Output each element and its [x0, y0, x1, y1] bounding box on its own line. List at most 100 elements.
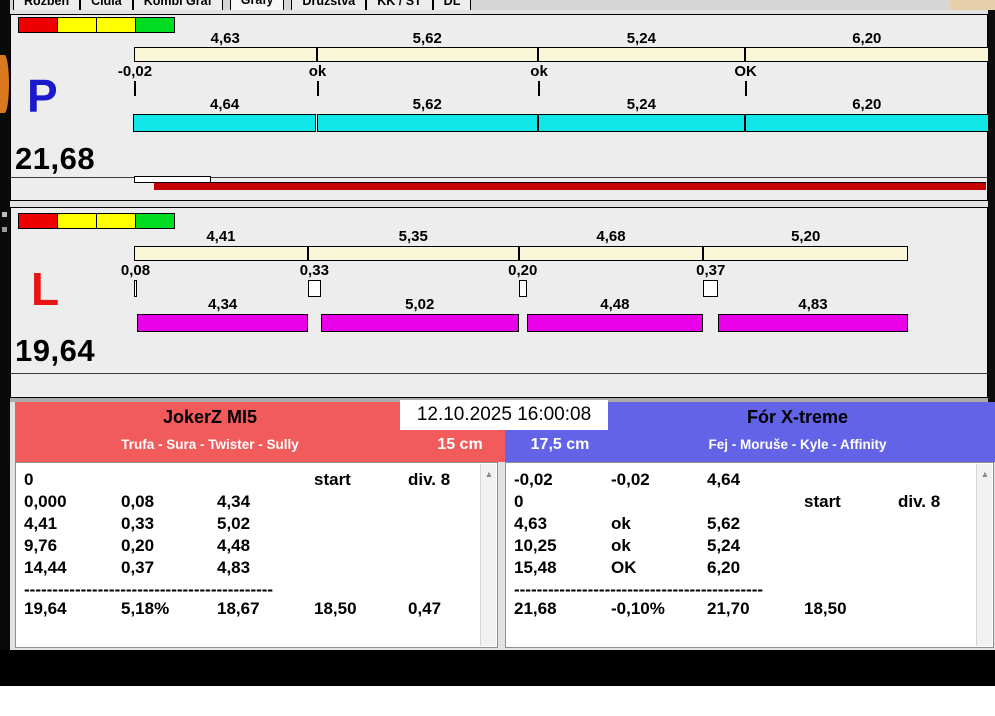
split-bar-divider: [306, 246, 309, 261]
status-strip-cell: [135, 17, 175, 33]
split-time-value: 4,68: [596, 228, 626, 245]
background-glyph-fragment: [2, 227, 7, 232]
result-cell: 4,83: [217, 558, 251, 577]
scoreboard: JokerZ MI5 Trufa - Sura - Twister - Sull…: [10, 398, 995, 650]
scroll-up-icon: ▲: [484, 469, 494, 479]
result-cell: 5,62: [707, 514, 741, 533]
result-total-cell: 21,70: [707, 599, 750, 618]
result-cell: 4,34: [217, 492, 251, 511]
changeover-value: 0,08: [120, 262, 151, 279]
tab-dl[interactable]: DL: [432, 0, 472, 10]
background-icon-fragment: [0, 55, 9, 113]
result-cell: 9,76: [24, 536, 58, 555]
result-cell: 0: [24, 470, 34, 489]
result-total-cell: 19,64: [24, 599, 67, 618]
divider-line: ----------------------------------------…: [514, 581, 764, 597]
leg-time-value: 5,24: [626, 96, 656, 113]
leg-time-value: 5,02: [405, 296, 435, 313]
result-cell: 4,64: [707, 470, 741, 489]
changeover-marker: [316, 81, 319, 96]
leg-time-bar: [137, 314, 309, 332]
tab-kombi-graf[interactable]: Kombi Graf: [132, 0, 223, 10]
leg-time-bar: [744, 114, 989, 132]
split-bar-divider: [517, 246, 520, 261]
changeover-marker: [744, 81, 747, 96]
tab-dru-stv[interactable]: Družstvá: [291, 0, 367, 10]
split-time-value: 5,35: [398, 228, 428, 245]
split-time-value: 5,20: [791, 228, 821, 245]
tab-row: Rozbeh Čidlá Kombi Graf Grafy Družstvá KK / Š…: [13, 0, 472, 10]
leg-time-value: 4,48: [600, 296, 630, 313]
tab-kk-t[interactable]: KK / ŠT: [366, 0, 433, 10]
changeover-marker: [538, 81, 541, 96]
lane-l-panel: L 19,64 4,41 0,08 4,34 5,35 0,33 5,02 4,68 0,20…: [10, 207, 988, 398]
team-right-name: Fór X-treme: [746, 407, 849, 427]
result-total-cell: 18,50: [314, 599, 357, 618]
tab-idl[interactable]: Čidlá: [80, 0, 133, 10]
changeover-marker: [307, 280, 321, 297]
result-cell: -0,02: [611, 470, 650, 489]
status-strip-cell: [96, 17, 136, 33]
result-total-cell: 5,18%: [121, 599, 170, 618]
split-time-value: 4,63: [210, 30, 240, 47]
result-cell: start: [804, 492, 841, 511]
team-left-members: Trufa - Sura - Twister - Sully: [121, 437, 299, 452]
team-right-results-list[interactable]: -0,02 -0,02 4,64 0 start div. 8 4,63 ok 5,62 10,2…: [505, 462, 994, 648]
leg-time-bar: [526, 314, 704, 332]
scrollbar[interactable]: ▲: [976, 464, 992, 646]
leg-time-value: 4,83: [798, 296, 828, 313]
lane-p-letter: P: [27, 70, 58, 122]
background-window-edge-right: [988, 10, 995, 402]
split-bar-divider: [537, 47, 540, 62]
split-progress-bar: [134, 246, 908, 261]
status-strip-cell: [135, 213, 175, 229]
result-cell: div. 8: [898, 492, 941, 511]
tab-grafy[interactable]: Grafy: [229, 0, 285, 10]
lane-p-total-time: 21,68: [15, 141, 96, 176]
result-cell: 0,000: [24, 492, 67, 511]
result-cell: 4,63: [514, 514, 548, 533]
scrollbar[interactable]: ▲: [480, 464, 496, 646]
team-left-name: JokerZ MI5: [162, 407, 258, 427]
result-cell: 0,33: [121, 514, 155, 533]
leg-time-value: 6,20: [852, 96, 882, 113]
status-strip-cell: [18, 213, 58, 229]
result-cell: div. 8: [408, 470, 451, 489]
result-cell: -0,02: [514, 470, 553, 489]
result-cell: 4,41: [24, 514, 58, 533]
split-progress-bar: [134, 47, 989, 62]
changeover-marker: [518, 280, 527, 297]
result-cell: OK: [611, 558, 637, 577]
changeover-value: ok: [530, 63, 548, 80]
race-graph-screen: Rozbeh Čidlá Kombi Graf Grafy Družstvá KK / Š…: [0, 0, 995, 716]
background-window-fragment: [950, 0, 995, 10]
result-cell: start: [314, 470, 351, 489]
background-window-edge-left: [0, 0, 10, 650]
team-left-results-list[interactable]: 0 start div. 8 0,000 0,08 4,34 4,41 0,33 5,02 9,7…: [15, 462, 498, 648]
split-bar-divider: [743, 47, 746, 62]
tab-bar: Rozbeh Čidlá Kombi Graf Grafy Družstvá KK / Š…: [10, 0, 988, 10]
tab-rozbeh[interactable]: Rozbeh: [13, 0, 81, 10]
lane-p-progress-bar: [154, 182, 986, 190]
team-left-jump-height: 15 cm: [437, 436, 483, 453]
split-time-value: 5,24: [626, 30, 656, 47]
status-strip-cell: [96, 213, 136, 229]
leg-time-bar: [320, 314, 519, 332]
changeover-marker: [134, 81, 136, 96]
result-cell: ok: [611, 536, 631, 555]
split-time-value: 5,62: [412, 30, 442, 47]
result-total-cell: 21,68: [514, 599, 557, 618]
split-time-value: 6,20: [852, 30, 882, 47]
status-strip-cell: [18, 17, 58, 33]
result-cell: 5,24: [707, 536, 741, 555]
leg-time-bar: [133, 114, 317, 132]
changeover-value: OK: [734, 63, 757, 80]
changeover-value: -0,02: [117, 63, 153, 80]
result-cell: ok: [611, 514, 631, 533]
leg-time-value: 5,62: [412, 96, 442, 113]
divider-line: ----------------------------------------…: [24, 581, 274, 597]
split-bar-divider: [315, 47, 318, 62]
lane-l-separator: [11, 373, 987, 374]
result-cell: 0,08: [121, 492, 155, 511]
timestamp: 12.10.2025 16:00:08: [400, 400, 608, 430]
